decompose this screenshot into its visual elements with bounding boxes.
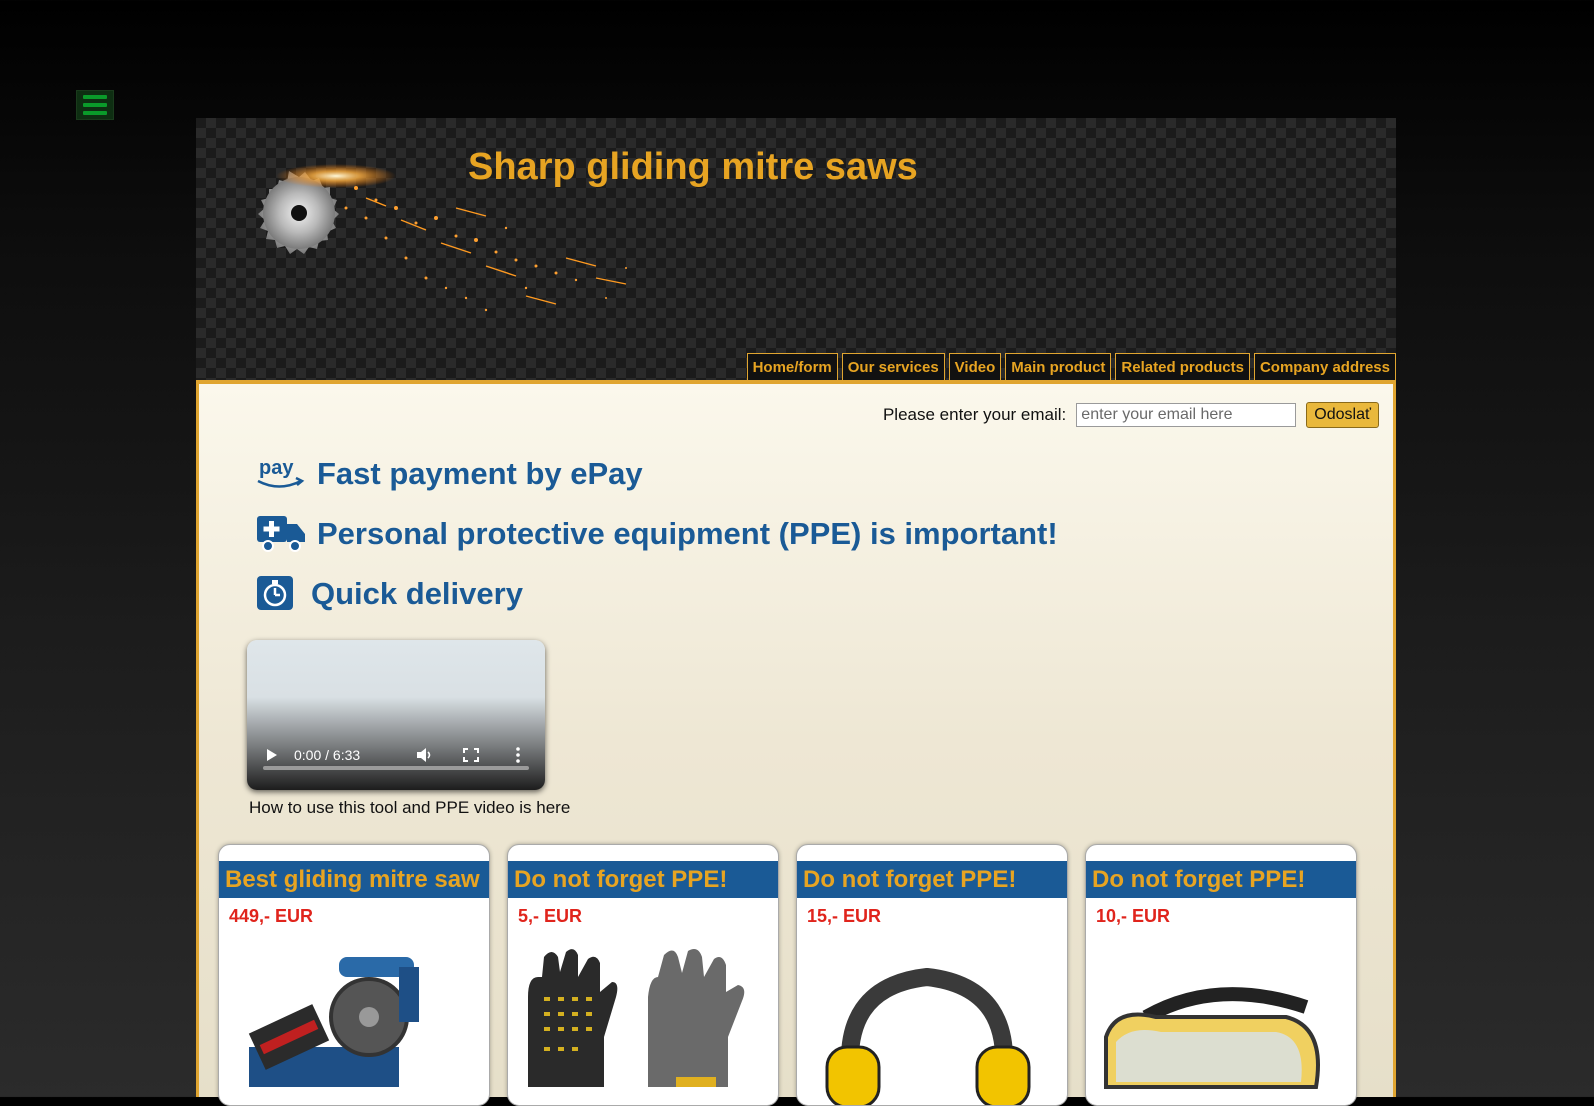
video-progress-bar[interactable]: [263, 766, 529, 770]
product-card[interactable]: Best gliding mitre saw 449,- EUR: [218, 844, 490, 1106]
feature-payment: pay Fast payment by ePay: [255, 454, 643, 494]
product-title: Best gliding mitre saw: [219, 861, 489, 898]
main-content: Please enter your email: Odoslať pay Fas…: [196, 384, 1396, 1106]
menu-bar: [83, 103, 107, 107]
feature-text: Fast payment by ePay: [317, 456, 643, 491]
main-nav: Home/form Our services Video Main produc…: [746, 353, 1396, 380]
nav-company-address[interactable]: Company address: [1253, 353, 1396, 380]
video-caption: How to use this tool and PPE video is he…: [249, 798, 571, 817]
product-title: Do not forget PPE!: [508, 861, 778, 898]
nav-home-form[interactable]: Home/form: [746, 353, 838, 380]
stopwatch-icon: [255, 574, 301, 614]
ear-muffs-image: [825, 967, 1031, 1105]
svg-text:pay: pay: [259, 457, 294, 479]
hamburger-menu-icon[interactable]: [76, 90, 114, 120]
volume-icon[interactable]: [415, 747, 435, 763]
video-controls: 0:00 / 6:33: [247, 730, 545, 790]
menu-bar: [83, 111, 107, 115]
product-card[interactable]: Do not forget PPE! 15,- EUR: [796, 844, 1068, 1106]
amazon-pay-icon: pay: [255, 454, 307, 494]
nav-our-services[interactable]: Our services: [841, 353, 945, 380]
submit-button[interactable]: Odoslať: [1306, 402, 1379, 428]
mitre-saw-image: [248, 957, 419, 1087]
product-card[interactable]: Do not forget PPE! 10,- EUR: [1085, 844, 1357, 1106]
nav-main-product[interactable]: Main product: [1005, 353, 1112, 380]
feature-text: Personal protective equipment (PPE) is i…: [317, 516, 1058, 551]
site-title: Sharp gliding mitre saws: [468, 146, 918, 188]
product-card[interactable]: Do not forget PPE! 5,- EUR: [507, 844, 779, 1106]
ambulance-icon: [255, 514, 307, 554]
product-title: Do not forget PPE!: [797, 861, 1067, 898]
feature-text: Quick delivery: [311, 576, 523, 611]
safety-goggles-image: [1104, 987, 1320, 1089]
menu-bar: [83, 95, 107, 99]
feature-ppe: Personal protective equipment (PPE) is i…: [255, 514, 1058, 554]
video-player[interactable]: 0:00 / 6:33: [247, 640, 545, 790]
product-price: 10,- EUR: [1096, 906, 1171, 926]
product-price: 449,- EUR: [229, 906, 314, 926]
nav-related-products[interactable]: Related products: [1115, 353, 1250, 380]
feature-delivery: Quick delivery: [255, 574, 523, 614]
email-label: Please enter your email:: [882, 405, 1067, 424]
video-time: 0:00 / 6:33: [294, 747, 361, 763]
product-price: 15,- EUR: [807, 906, 882, 926]
site-header: Sharp gliding mitre saws Home/form Our s…: [196, 118, 1396, 384]
fullscreen-icon[interactable]: [463, 748, 479, 762]
nav-video[interactable]: Video: [948, 353, 1002, 380]
product-title: Do not forget PPE!: [1086, 861, 1356, 898]
product-price: 5,- EUR: [518, 906, 583, 926]
more-options-icon[interactable]: [515, 747, 521, 763]
work-gloves-image: [528, 949, 745, 1087]
email-input[interactable]: [1076, 403, 1297, 427]
email-form: Please enter your email: Odoslať: [883, 402, 1379, 428]
play-icon[interactable]: [265, 747, 279, 763]
